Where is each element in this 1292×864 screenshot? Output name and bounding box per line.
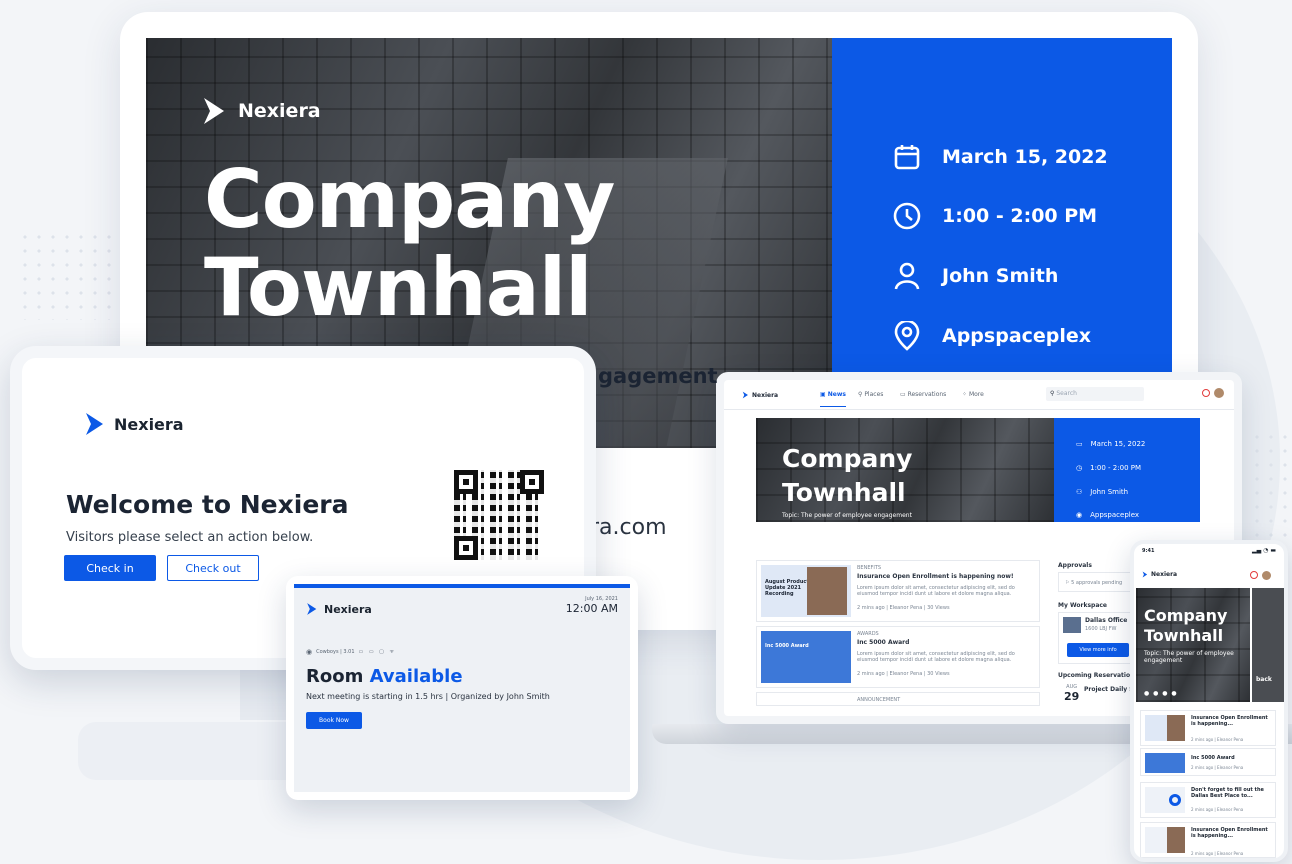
view-more-info-button[interactable]: View more info [1067,643,1129,657]
news-thumbnail [1145,787,1185,813]
event-topic: Topic: The power of employee engagement [782,512,912,519]
workspace-title: My Workspace [1058,602,1107,609]
townhall-hero-image: Company Townhall Topic: The power of empl… [756,418,1054,522]
notification-bell-icon[interactable] [1202,389,1210,397]
book-now-button[interactable]: Book Now [306,712,362,729]
nav-tab-reservations[interactable]: ▭ Reservations [900,391,946,398]
room-booking-panel: Nexiera July 16, 2021 12:00 AM ◉ Cowboys… [286,576,638,800]
event-url-partial: ra.com [590,515,667,540]
person-icon [892,261,922,291]
phone-screen: 9:41 ▂▄ ◔ ▬ Nexiera Company Townhall Top… [1130,540,1288,862]
avatar[interactable] [1214,388,1224,398]
location-pin-icon [892,321,922,351]
news-card[interactable]: Inc 5000 Award AWARDS Inc 5000 Award Lor… [756,626,1040,688]
event-date: March 15, 2022 [892,142,1108,172]
search-input[interactable]: ⚲ Search [1046,387,1144,401]
event-title: Company Townhall [204,153,615,334]
news-thumbnail [1145,827,1185,853]
news-thumbnail: Inc 5000 Award [761,631,851,683]
search-icon: ⚲ [1050,390,1055,397]
notification-bell-icon[interactable] [1250,571,1258,579]
avatar[interactable] [1262,571,1271,580]
check-out-button[interactable]: Check out [167,555,259,581]
list-item[interactable]: Insurance Open Enrollment is happening..… [1140,710,1276,746]
nexiera-chevron-icon [86,413,103,435]
nexiera-chevron-icon [204,98,224,124]
brand-logo: Nexiera [306,602,372,616]
carousel-dots[interactable]: ● ● ● ● [1144,690,1178,697]
list-item[interactable]: Inc 5000 Award 2 mins ago | Eleanor Pena [1140,748,1276,776]
qr-code[interactable] [454,470,544,560]
news-card[interactable]: ANNOUNCEMENT [756,692,1040,706]
clock-icon [892,201,922,231]
intranet-nav: Nexiera ▣ News ⚲ Places ▭ Reservations ⁘… [724,380,1234,410]
townhall-hero-image[interactable]: Company Townhall Topic: The power of emp… [1136,588,1250,702]
nav-tab-news[interactable]: ▣ News [820,391,846,407]
event-info-panel: ▭ March 15, 2022 ◷ 1:00 - 2:00 PM ⚇ John Sm… [1054,418,1200,522]
event-time: 1:00 - 2:00 PM [892,201,1097,231]
event-topic: Topic: The power of employee engagement [1144,650,1234,664]
room-datetime: July 16, 2021 12:00 AM [565,596,618,615]
brand-logo: Nexiera [84,411,184,437]
nexiera-chevron-icon [742,391,748,399]
next-slide-preview[interactable]: back [1252,588,1284,702]
news-thumbnail [1145,715,1185,741]
room-meta: ◉ Cowboys | 3.01 ▭ ▭ ▢ ᯤ [306,648,397,656]
list-item[interactable]: Insurance Open Enrollment is happening..… [1140,822,1276,858]
brand-logo: Nexiera [742,391,778,399]
nexiera-chevron-icon [1142,571,1148,578]
person-icon: ⚇ [1076,488,1083,496]
amenity-icons: ▭ ▭ ▢ ᯤ [358,649,397,655]
event-topic-partial: gagement [598,364,718,388]
accent-bar [294,584,630,588]
event-location: Appspaceplex [892,321,1091,351]
nav-tab-places[interactable]: ⚲ Places [858,391,883,398]
clock-icon: ◷ [1076,464,1083,472]
calendar-icon: ▭ [1076,440,1083,448]
news-thumbnail [1145,753,1185,773]
dot-pattern [1250,430,1290,540]
location-pin-icon: ◉ [1076,511,1083,519]
event-host: John Smith [892,261,1058,291]
kiosk-description: Visitors please select an action below. [66,530,314,545]
event-title: Company Townhall [1144,606,1228,645]
calendar-icon: ▭ [900,391,908,398]
calendar-icon [892,142,922,172]
nav-tab-more[interactable]: ⁘ More [962,391,984,398]
news-card[interactable]: August Product Update 2021 Recording BEN… [756,560,1040,622]
news-thumbnail: August Product Update 2021 Recording [761,565,851,617]
upcoming-date: AUG 29 [1064,684,1080,703]
event-title: Company Townhall [782,444,913,507]
list-item[interactable]: Don't forget to fill out the Dallas Best… [1140,782,1276,818]
location-pin-icon: ◉ [306,648,313,656]
check-in-button[interactable]: Check in [64,555,156,581]
brand-name: Nexiera [114,414,184,434]
brand-name: Nexiera [238,100,321,122]
status-time: 9:41 [1142,548,1155,554]
room-status-title: Room Available [306,666,463,687]
room-next-meeting: Next meeting is starting in 1.5 hrs | Or… [306,692,550,701]
brand-logo: Nexiera [202,96,321,126]
monitor-foot [78,722,308,780]
upcoming-title: Upcoming Reservations [1058,672,1138,679]
grid-icon: ⁘ [962,391,969,398]
brand-logo: Nexiera [1142,571,1177,578]
kiosk-welcome-title: Welcome to Nexiera [66,490,349,519]
status-icons: ▂▄ ◔ ▬ [1252,547,1276,554]
news-icon: ▣ [820,391,828,398]
office-image [1063,617,1081,633]
approvals-title: Approvals [1058,562,1092,569]
nexiera-chevron-icon [307,603,317,615]
